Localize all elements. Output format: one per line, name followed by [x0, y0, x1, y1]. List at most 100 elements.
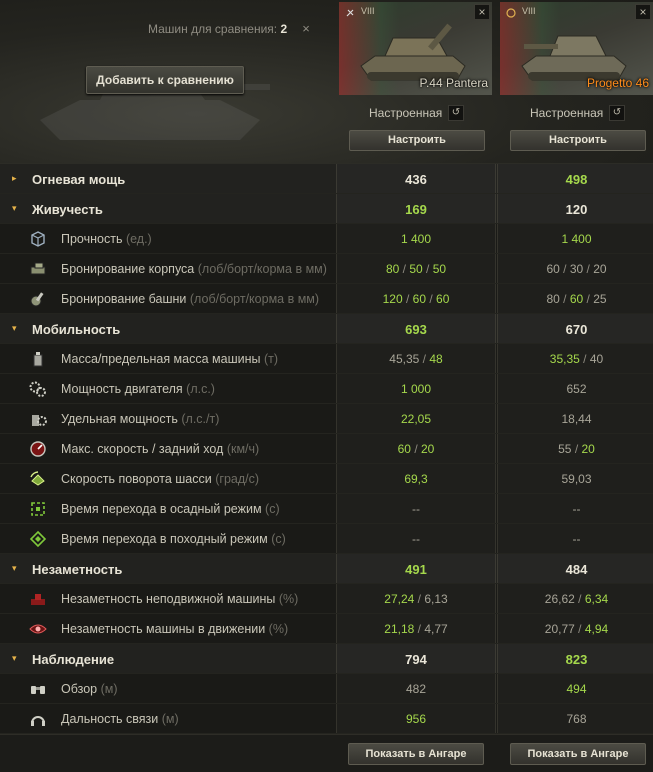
param-value-v1: 45,35 / 48	[389, 352, 443, 366]
siege-mode-icon	[31, 502, 45, 516]
compare-header: Машин для сравнения: 2 × Добавить к срав…	[0, 0, 653, 164]
param-value-v1: --	[412, 502, 420, 516]
param-value-v1: 956	[405, 712, 427, 726]
param-value-v1: 1 000	[400, 382, 432, 396]
group-label: Незаметность	[32, 562, 123, 577]
param-unit: (л.с./т)	[181, 412, 220, 426]
param-value-v1: --	[412, 532, 420, 546]
group-label: Наблюдение	[32, 652, 115, 667]
traverse-icon	[30, 471, 45, 486]
config-label-2: Настроенная	[530, 106, 604, 120]
param-value-v2: 652	[566, 382, 587, 396]
chevron-down-icon[interactable]: ▾	[12, 653, 22, 663]
param-unit: (град/с)	[215, 472, 260, 486]
param-label: Бронирование корпуса (лоб/борт/корма в м…	[61, 262, 327, 276]
param-value-v1: 120 / 60 / 60	[382, 292, 450, 306]
add-to-compare-button[interactable]: Добавить к сравнению	[86, 66, 244, 94]
param-value-v2: 768	[566, 712, 587, 726]
group-row[interactable]: ▾ Незаметность 491 484	[0, 554, 653, 584]
param-row: Время перехода в походный режим (с) -- --	[0, 524, 653, 554]
hull-armor-icon	[30, 262, 46, 275]
group-value-v1: 169	[405, 202, 427, 217]
param-row: Бронирование корпуса (лоб/борт/корма в м…	[0, 254, 653, 284]
vehicle-card-1: VIII P.44 Pantera × Настроенная ↺ Настро…	[337, 0, 494, 164]
param-value-v2: 35,35 / 40	[549, 352, 604, 366]
param-unit: (%)	[268, 622, 289, 636]
clear-compare-button[interactable]: ×	[299, 22, 313, 36]
param-value-v1: 60 / 20	[397, 442, 435, 456]
view-range-icon	[31, 686, 45, 694]
param-label: Скорость поворота шасси (град/с)	[61, 472, 260, 486]
param-row: Время перехода в осадный режим (с) -- --	[0, 494, 653, 524]
param-row: Удельная мощность (л.с./т) 22,05 18,44	[0, 404, 653, 434]
param-label: Время перехода в походный режим (с)	[61, 532, 286, 546]
chevron-down-icon[interactable]: ▾	[12, 563, 22, 573]
param-row: Прочность (ед.) 1 400 1 400	[0, 224, 653, 254]
vehicle-image-1: VIII P.44 Pantera	[339, 2, 492, 95]
param-value-v2: 1 400	[561, 232, 592, 246]
group-row[interactable]: ▾ Живучесть 169 120	[0, 194, 653, 224]
remove-vehicle-2-button[interactable]: ×	[635, 4, 651, 20]
param-label: Незаметность машины в движении (%)	[61, 622, 289, 636]
param-row: Незаметность машины в движении (%) 21,18 …	[0, 614, 653, 644]
param-value-v2: 80 / 60 / 25	[546, 292, 607, 306]
travel-mode-icon	[29, 530, 47, 548]
engine-power-icon	[29, 381, 46, 397]
reset-config-2-icon[interactable]: ↺	[609, 105, 625, 121]
group-row[interactable]: ▸ Огневая мощь 436 498	[0, 164, 653, 194]
param-row: Дальность связи (м) 956 768	[0, 704, 653, 734]
group-label: Огневая мощь	[32, 172, 126, 187]
param-label: Прочность (ед.)	[61, 232, 152, 246]
param-label: Мощность двигателя (л.с.)	[61, 382, 215, 396]
param-label: Макс. скорость / задний ход (км/ч)	[61, 442, 260, 456]
param-unit: (лоб/борт/корма в мм)	[197, 262, 327, 276]
param-value-v1: 80 / 50 / 50	[385, 262, 447, 276]
group-value-v1: 693	[405, 322, 427, 337]
param-label: Дальность связи (м)	[61, 712, 179, 726]
hitpoints-icon	[31, 231, 45, 247]
config-label-1: Настроенная	[369, 106, 443, 120]
vehicle-card-2: VIII Progetto 46 × Настроенная ↺ Настрои…	[498, 0, 653, 164]
param-value-v2: 494	[566, 682, 587, 696]
group-row[interactable]: ▾ Наблюдение 794 823	[0, 644, 653, 674]
vehicle-name-1: P.44 Pantera	[419, 76, 488, 90]
configure-vehicle-1-button[interactable]: Настроить	[349, 130, 485, 151]
param-unit: (км/ч)	[226, 442, 260, 456]
group-value-v2: 670	[565, 322, 588, 337]
group-value-v2: 823	[565, 652, 588, 667]
weight-icon	[33, 352, 43, 367]
reset-config-1-icon[interactable]: ↺	[448, 105, 464, 121]
camo-moving-icon	[29, 624, 47, 634]
group-row[interactable]: ▾ Мобильность 693 670	[0, 314, 653, 344]
param-label: Масса/предельная масса машины (т)	[61, 352, 279, 366]
param-value-v2: --	[572, 532, 581, 546]
param-row: Мощность двигателя (л.с.) 1 000 652	[0, 374, 653, 404]
param-label: Время перехода в осадный режим (с)	[61, 502, 280, 516]
camo-stationary-icon	[31, 594, 45, 605]
chevron-right-icon[interactable]: ▸	[12, 173, 22, 183]
group-value-v2: 484	[565, 562, 588, 577]
param-row: Масса/предельная масса машины (т) 45,35 /…	[0, 344, 653, 374]
param-row: Незаметность неподвижной машины (%) 27,24…	[0, 584, 653, 614]
remove-vehicle-1-button[interactable]: ×	[474, 4, 490, 20]
group-value-v2: 498	[565, 172, 588, 187]
param-row: Макс. скорость / задний ход (км/ч) 60 / 2…	[0, 434, 653, 464]
chevron-down-icon[interactable]: ▾	[12, 203, 22, 213]
param-label: Обзор (м)	[61, 682, 118, 696]
tank-silhouette-icon	[40, 80, 270, 140]
radio-range-icon	[31, 716, 45, 726]
chevron-down-icon[interactable]: ▾	[12, 323, 22, 333]
vehicle-image-2: VIII Progetto 46	[500, 2, 653, 95]
param-value-v2: 59,03	[561, 472, 592, 486]
show-in-hangar-2-button[interactable]: Показать в Ангаре	[510, 743, 646, 765]
param-unit: (лоб/борт/корма в мм)	[189, 292, 320, 306]
show-in-hangar-1-button[interactable]: Показать в Ангаре	[348, 743, 484, 765]
param-unit: (с)	[265, 502, 280, 516]
group-value-v2: 120	[565, 202, 588, 217]
param-unit: (с)	[271, 532, 286, 546]
param-unit: (т)	[263, 352, 279, 366]
param-value-v1: 21,18 / 4,77	[384, 622, 448, 636]
param-unit: (л.с.)	[186, 382, 215, 396]
configure-vehicle-2-button[interactable]: Настроить	[510, 130, 646, 151]
vehicle-name-2: Progetto 46	[586, 76, 649, 90]
